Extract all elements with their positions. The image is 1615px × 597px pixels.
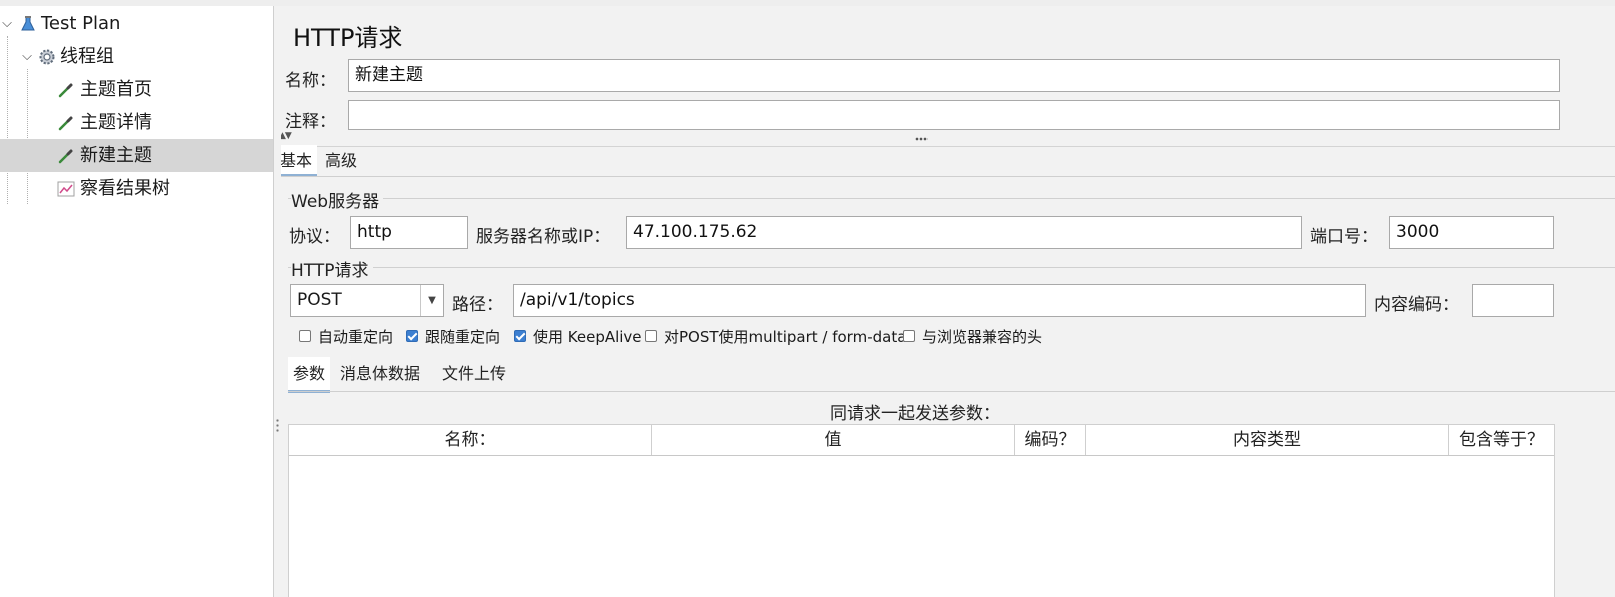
checkbox-box[interactable] — [645, 330, 657, 342]
checkbox-box[interactable] — [514, 330, 526, 342]
pipette-icon — [58, 83, 73, 98]
column-header-include-equals[interactable]: 包含等于？ — [1449, 425, 1554, 455]
method-value: POST — [297, 290, 342, 310]
collapse-arrows-icon[interactable]: ▲▼ — [281, 131, 292, 141]
gear-icon — [39, 49, 55, 65]
column-header-content-type[interactable]: 内容类型 — [1086, 425, 1449, 455]
tree-item-topic-detail[interactable]: 主题详情 — [0, 106, 273, 139]
splitter-grip-icon — [915, 137, 928, 141]
chevron-down-icon[interactable]: ⌵ — [1, 7, 13, 40]
tree-item-label: 察看结果树 — [80, 178, 170, 199]
parameters-table[interactable]: 名称： 值 编码？ 内容类型 包含等于？ — [288, 424, 1555, 597]
tree-item-label: Test Plan — [41, 13, 121, 34]
name-label: 名称： — [285, 71, 336, 91]
protocol-input[interactable]: http — [350, 216, 468, 249]
tab-file-upload[interactable]: 文件上传 — [437, 357, 511, 393]
tree-item-new-topic[interactable]: 新建主题 — [0, 139, 273, 172]
splitter-grip-icon — [276, 418, 279, 432]
tree-item-view-results-tree[interactable]: 察看结果树 — [0, 172, 273, 205]
web-server-group-title: Web服务器 — [291, 187, 384, 212]
tree-item-thread-group[interactable]: ⌵ 线程组 — [0, 40, 273, 73]
parameters-caption: 同请求一起发送参数： — [830, 404, 1000, 424]
tree-item-test-plan[interactable]: ⌵ Test Plan — [0, 7, 273, 40]
test-plan-tree: ⌵ Test Plan ⌵ 线程组 主题首页 主题详情 新建主题 察看结果树 — [0, 6, 274, 597]
table-header: 名称： 值 编码？ 内容类型 包含等于？ — [289, 425, 1554, 456]
checkbox-box[interactable] — [903, 330, 915, 342]
server-label: 服务器名称或IP： — [476, 227, 611, 247]
port-input[interactable]: 3000 — [1389, 216, 1554, 249]
path-label: 路径： — [452, 295, 503, 315]
chevron-down-icon[interactable]: ▼ — [420, 285, 443, 316]
pipette-icon — [58, 116, 73, 131]
checkbox-label: 使用 KeepAlive — [533, 328, 642, 346]
tab-basic[interactable]: 基本 — [281, 145, 318, 177]
tree-item-label: 主题首页 — [80, 79, 152, 100]
server-input[interactable]: 47.100.175.62 — [626, 216, 1302, 249]
page-title: HTTP请求 — [293, 24, 403, 52]
tab-divider — [281, 176, 1615, 177]
pipette-icon — [58, 149, 73, 164]
tab-parameters[interactable]: 参数 — [288, 357, 331, 393]
comment-label: 注释： — [285, 112, 336, 132]
name-input[interactable]: 新建主题 — [348, 59, 1560, 92]
horizontal-splitter[interactable]: ▲▼ — [281, 131, 1615, 147]
tab-advanced[interactable]: 高级 — [320, 145, 362, 177]
method-select[interactable]: POST ▼ — [290, 284, 444, 317]
group-border — [288, 198, 1615, 199]
port-label: 端口号： — [1310, 227, 1378, 247]
column-header-name[interactable]: 名称： — [289, 425, 652, 455]
column-header-encode[interactable]: 编码？ — [1015, 425, 1086, 455]
http-request-panel: HTTP请求 名称： 新建主题 注释： ▲▼ 基本 高级 Web服务器 协议： … — [281, 6, 1615, 597]
path-input[interactable]: /api/v1/topics — [513, 284, 1366, 317]
group-border — [288, 267, 1615, 268]
tab-divider — [288, 391, 1615, 392]
tab-body-data[interactable]: 消息体数据 — [335, 357, 425, 393]
encoding-label: 内容编码： — [1374, 295, 1459, 315]
flask-icon — [21, 16, 35, 31]
protocol-label: 协议： — [289, 227, 340, 247]
encoding-input[interactable] — [1472, 284, 1554, 317]
tree-item-label: 线程组 — [60, 46, 114, 67]
checkbox-label: 跟随重定向 — [425, 328, 501, 346]
comment-input[interactable] — [348, 100, 1560, 130]
checkbox-label: 自动重定向 — [318, 328, 394, 346]
checkbox-box[interactable] — [406, 330, 418, 342]
checkbox-box[interactable] — [299, 330, 311, 342]
http-request-group-title: HTTP请求 — [291, 256, 373, 281]
tree-item-label: 新建主题 — [80, 145, 152, 166]
column-header-value[interactable]: 值 — [652, 425, 1015, 455]
tree-item-topic-home[interactable]: 主题首页 — [0, 73, 273, 106]
tree-item-label: 主题详情 — [80, 112, 152, 133]
vertical-splitter[interactable] — [273, 6, 281, 597]
checkbox-label: 与浏览器兼容的头 — [922, 328, 1043, 346]
chart-icon — [57, 181, 75, 197]
chevron-down-icon[interactable]: ⌵ — [21, 40, 33, 73]
checkbox-label: 对POST使用multipart / form-data — [664, 328, 907, 346]
